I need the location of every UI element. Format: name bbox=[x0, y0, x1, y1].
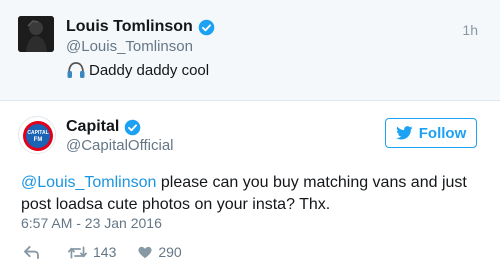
tweet-text: @Louis_Tomlinson please can you buy matc… bbox=[21, 172, 481, 216]
reply-button[interactable] bbox=[24, 245, 54, 259]
like-count: 290 bbox=[158, 244, 182, 260]
capital-avatar[interactable]: CAPITAL FM bbox=[18, 116, 56, 154]
quoted-tweet-body: Daddy daddy cool bbox=[89, 61, 210, 79]
like-button[interactable]: 290 bbox=[138, 244, 182, 260]
quoted-tweet-text: Daddy daddy cool bbox=[66, 61, 209, 79]
quoted-tweet[interactable]: Louis Tomlinson @Louis_Tomlinson 1h Dadd… bbox=[0, 0, 500, 101]
headphones-icon bbox=[67, 62, 85, 78]
svg-text:CAPITAL: CAPITAL bbox=[27, 130, 48, 136]
tweet-author-name[interactable]: Capital bbox=[66, 118, 141, 136]
verified-badge-icon bbox=[125, 119, 141, 135]
retweet-count: 143 bbox=[93, 244, 117, 260]
quoted-author-handle[interactable]: @Louis_Tomlinson bbox=[66, 38, 193, 55]
tweet-date[interactable]: 6:57 AM - 23 Jan 2016 bbox=[21, 215, 162, 231]
retweet-button[interactable]: 143 bbox=[68, 244, 116, 260]
follow-button[interactable]: Follow bbox=[385, 118, 477, 148]
tweet-actions: 143 290 bbox=[24, 243, 182, 261]
reply-icon bbox=[24, 245, 39, 259]
retweet-icon bbox=[68, 245, 87, 259]
tweet-author-name-text: Capital bbox=[66, 118, 120, 135]
tweet-author-handle[interactable]: @CapitalOfficial bbox=[66, 137, 174, 154]
heart-icon bbox=[138, 246, 152, 258]
follow-button-label: Follow bbox=[418, 124, 467, 142]
svg-text:FM: FM bbox=[34, 137, 43, 143]
twitter-bird-icon bbox=[395, 126, 413, 140]
quoted-author-name-text: Louis Tomlinson bbox=[66, 18, 193, 35]
quoted-author-name[interactable]: Louis Tomlinson bbox=[66, 18, 215, 36]
mention-link[interactable]: @Louis_Tomlinson bbox=[21, 174, 156, 191]
verified-badge-icon bbox=[198, 19, 215, 35]
louis-avatar[interactable] bbox=[18, 16, 54, 52]
quoted-timestamp[interactable]: 1h bbox=[462, 22, 478, 38]
